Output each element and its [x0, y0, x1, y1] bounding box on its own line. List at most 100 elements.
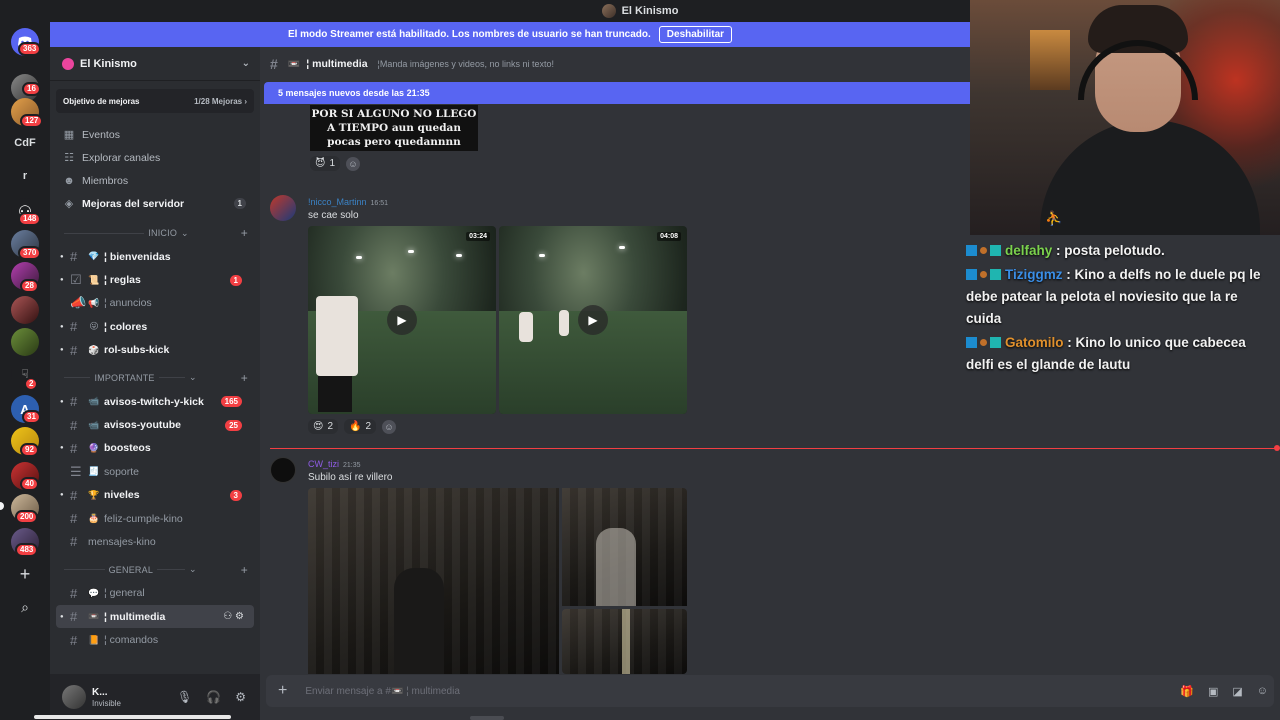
channel-comandos[interactable]: # 📙 ¦ comandos	[50, 628, 254, 651]
category-inicio[interactable]: INICIO ⌄ +	[50, 221, 260, 245]
scroll-thumb[interactable]	[470, 716, 504, 720]
gift-icon[interactable]: 🎁	[1180, 685, 1194, 698]
attach-plus-icon[interactable]: +	[278, 682, 287, 700]
channel-name: mensajes-kino	[88, 535, 156, 548]
channel-bienvenidas[interactable]: ● # 💎 ¦ bienvenidas	[50, 245, 254, 268]
channel-rol-subs-kick[interactable]: ● # 🎲 rol-subs-kick	[50, 339, 254, 362]
mention-badge: 1	[229, 274, 242, 286]
channel-general[interactable]: # 💬 ¦ general	[50, 582, 254, 605]
channel-emoji: 📹	[88, 396, 100, 407]
channel-avisos-youtube[interactable]: # 📹 avisos-youtube 25	[50, 413, 254, 436]
chat-username: Tiziggmz	[1005, 267, 1063, 282]
rules-channel-icon: ☑	[70, 272, 82, 288]
user-panel: K... Invisible 🎙 🎧 ⚙	[50, 674, 260, 720]
message-author[interactable]: CW_tizi	[308, 459, 339, 469]
sidebar-item-members[interactable]: ☻ Miembros	[50, 169, 260, 192]
category-importante[interactable]: IMPORTANTE ⌄ +	[50, 366, 260, 390]
category-general[interactable]: GENERAL ⌄ +	[50, 558, 260, 582]
channel-multimedia[interactable]: ● # 📼 ¦ multimedia ⚇ ⚙	[56, 605, 254, 629]
server-badge-13: 483	[15, 543, 39, 557]
server-icon-r[interactable]: r	[11, 162, 39, 190]
category-divider	[64, 377, 91, 379]
avatar[interactable]	[270, 195, 296, 221]
channel-emoji: 💎	[88, 251, 100, 262]
server-icon-cdf[interactable]: CdF	[11, 129, 39, 157]
new-messages-bar[interactable]: 5 mensajes nuevos desde las 21:35	[264, 82, 970, 104]
chevron-down-icon: ⌄	[181, 227, 189, 238]
message-image-text[interactable]: POR SI ALGUNO NO LLEGO A TIEMPO aun qued…	[310, 105, 478, 151]
channel-boosteos[interactable]: ● # 🔮 boosteos	[50, 437, 254, 460]
message-author[interactable]: !nicco_Martinn	[308, 197, 367, 207]
explore-servers-button[interactable]: ⌕	[11, 593, 39, 621]
sidebar-item-server-boosts[interactable]: ◈ Mejoras del servidor 1	[50, 192, 260, 215]
divider-cap	[1274, 445, 1280, 451]
user-info[interactable]: K... Invisible	[92, 687, 121, 708]
unread-dot: ●	[60, 323, 64, 330]
channel-avisos-twitch-y-kick[interactable]: ● # 📹 avisos-twitch-y-kick 165	[50, 390, 254, 413]
boost-goal-bar[interactable]: Objetivo de mejoras 1/28 Mejoras ›	[56, 89, 254, 113]
streamer-mode-banner: El modo Streamer está habilitado. Los no…	[50, 22, 970, 47]
text-channel-icon: #	[70, 319, 78, 335]
image-attachment-2[interactable]	[562, 488, 687, 606]
avatar[interactable]	[270, 457, 296, 483]
sidebar-item-events[interactable]: ▦ Eventos	[50, 123, 260, 146]
chat-badges	[966, 240, 1001, 262]
channel-reglas[interactable]: ● ☑ 📜 ¦ reglas 1	[50, 268, 254, 291]
play-icon[interactable]: ▶	[387, 305, 417, 335]
channel-feliz-cumple-kino[interactable]: # 🎂 feliz-cumple-kino	[50, 507, 254, 530]
disable-streamer-mode-button[interactable]: Deshabilitar	[658, 26, 733, 43]
video-scene	[539, 254, 545, 257]
gear-icon[interactable]: ⚙	[235, 690, 246, 704]
add-channel-icon[interactable]: +	[241, 226, 248, 240]
server-icon-7[interactable]	[11, 328, 39, 356]
channel-niveles[interactable]: ● # 🏆 niveles 3	[50, 484, 254, 507]
play-icon[interactable]: ▶	[578, 305, 608, 335]
channel-soporte[interactable]: ☰ 🧾 soporte	[50, 460, 254, 483]
reaction-heart-eyes[interactable]: 😍 2	[308, 419, 338, 434]
category-name: IMPORTANTE	[94, 372, 155, 383]
server-icon-6[interactable]	[11, 296, 39, 324]
channel-name: rol-subs-kick	[104, 344, 170, 357]
headphones-icon[interactable]: 🎧	[206, 690, 221, 704]
server-header[interactable]: El Kinismo ⌄	[50, 47, 260, 81]
window-title: El Kinismo	[621, 5, 679, 17]
microphone-icon[interactable]: 🎙	[177, 690, 192, 704]
boost-icon: ◈	[64, 198, 74, 210]
reaction-fire[interactable]: 🔥 2	[344, 419, 377, 434]
invite-icon[interactable]: ⚇	[223, 611, 232, 622]
channel-actions: ⚇ ⚙	[223, 611, 244, 622]
new-messages-divider	[270, 445, 1280, 451]
emoji-icon[interactable]: ☺	[1257, 685, 1268, 698]
category-divider	[64, 232, 145, 234]
calendar-icon: ▦	[63, 129, 75, 141]
channel-colores[interactable]: ● # 😜 ¦ colores	[50, 315, 254, 338]
horizontal-scrollbar[interactable]	[34, 715, 231, 719]
unread-dot: ●	[60, 347, 64, 354]
avatar[interactable]	[62, 685, 86, 709]
reaction-devil[interactable]: 😈 1	[310, 156, 340, 171]
server-rail: 363 16 127 CdF r ⚇ 148 370 28 ☟ 2 A 31 9…	[0, 22, 50, 720]
channel-emoji: 🎂	[88, 513, 100, 524]
add-channel-icon[interactable]: +	[241, 371, 248, 385]
chat-username: delfahy	[1005, 243, 1053, 258]
video-attachment-2[interactable]: 04:08 ▶	[499, 226, 687, 414]
channel-mensajes-kino[interactable]: # mensajes-kino	[50, 530, 254, 553]
video-duration: 04:08	[657, 232, 681, 241]
add-server-button[interactable]: +	[11, 560, 39, 588]
reaction-emoji: 😈	[315, 158, 326, 169]
channel-topic[interactable]: ¦Manda imágenes y videos, no links ni te…	[378, 59, 554, 69]
add-reaction-icon[interactable]: ☺	[382, 419, 397, 434]
gif-icon[interactable]: ▣	[1208, 685, 1218, 698]
message-composer[interactable]: + Enviar mensaje a #📼 ¦ multimedia 🎁 ▣ ◪…	[266, 675, 1274, 707]
video-attachment-1[interactable]: 03:24 ▶	[308, 226, 496, 414]
image-attachment-3[interactable]	[562, 609, 687, 674]
sticker-icon[interactable]: ◪	[1232, 685, 1242, 698]
channel-emoji: 🎲	[88, 344, 100, 355]
channel-anuncios[interactable]: 📣 📢 ¦ anuncios	[50, 292, 254, 315]
image-attachment-1[interactable]	[308, 488, 559, 674]
gear-icon[interactable]: ⚙	[235, 611, 244, 622]
add-channel-icon[interactable]: +	[241, 563, 248, 577]
sidebar-item-explore-channels[interactable]: ☷ Explorar canales	[50, 146, 260, 169]
server-name: El Kinismo	[80, 57, 137, 70]
add-reaction-icon[interactable]: ☺	[346, 156, 360, 171]
